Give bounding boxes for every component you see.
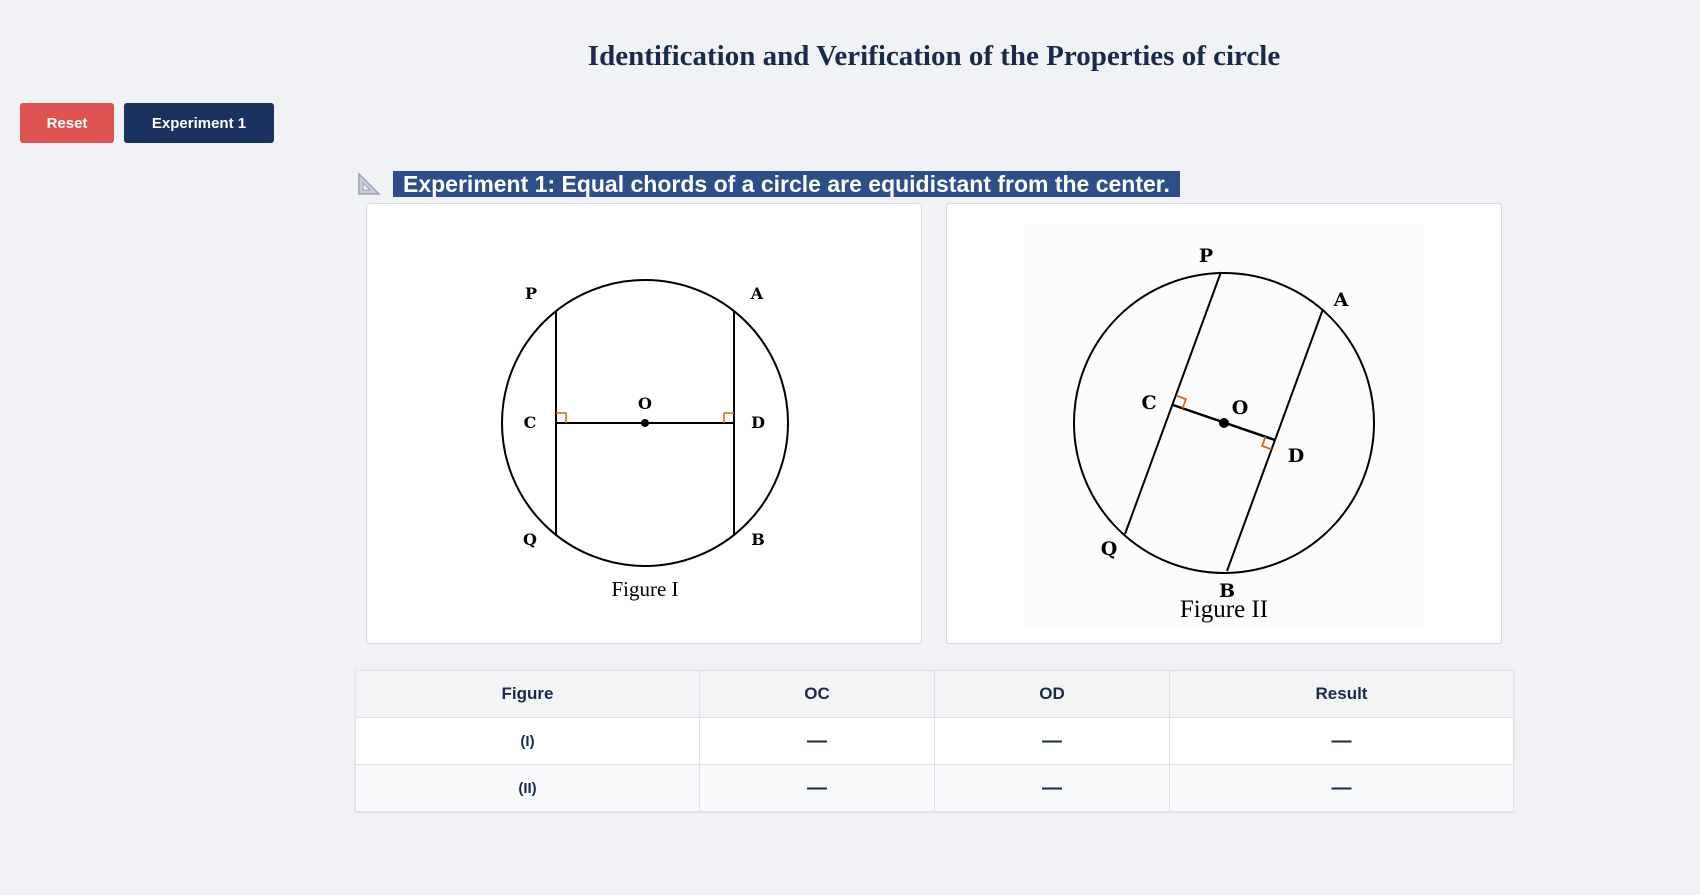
set-square-icon [357, 172, 381, 196]
cell-result: — [1169, 717, 1514, 765]
cell-oc: — [699, 764, 935, 812]
label-d: D [1288, 445, 1304, 467]
label-p: P [1199, 245, 1213, 267]
table-row: (I) — — — [355, 717, 1514, 765]
label-q: Q [523, 530, 537, 549]
experiment-title: Experiment 1: Equal chords of a circle a… [393, 171, 1180, 197]
right-angle-marker-d [723, 412, 734, 423]
experiment-1-button[interactable]: Experiment 1 [124, 103, 274, 143]
reset-button[interactable]: Reset [20, 103, 114, 143]
center-point [1219, 418, 1229, 428]
cell-result: — [1169, 764, 1514, 812]
table-row: (II) — — — [355, 764, 1514, 812]
label-d: D [751, 413, 765, 432]
results-table: Figure OC OD Result (I) — — — (II) — — — [355, 670, 1514, 812]
header-oc: OC [699, 670, 935, 718]
experiment-heading: Experiment 1: Equal chords of a circle a… [357, 171, 1180, 197]
figure-2-card: P A O C D Q B Figure II [946, 203, 1502, 644]
cell-figure: (I) [355, 717, 700, 765]
label-c: C [1141, 392, 1156, 414]
cell-figure: (II) [355, 764, 700, 812]
cell-od: — [934, 764, 1170, 812]
center-point [641, 419, 649, 427]
figure-1-card: P A O C D Q B Figure I [366, 203, 922, 644]
table-header-row: Figure OC OD Result [355, 670, 1514, 718]
figure-2-caption: Figure II [1180, 596, 1268, 623]
figure-1-caption: Figure I [611, 577, 678, 601]
page-title: Identification and Verification of the P… [587, 40, 1281, 72]
right-angle-marker-c [556, 412, 567, 423]
cell-oc: — [699, 717, 935, 765]
header-od: OD [934, 670, 1170, 718]
label-q: Q [1101, 538, 1118, 560]
label-p: P [525, 284, 537, 303]
label-b: B [751, 530, 765, 549]
header-figure: Figure [355, 670, 700, 718]
header-result: Result [1169, 670, 1514, 718]
label-c: C [524, 413, 537, 432]
label-o: O [638, 394, 652, 413]
figure-2-diagram: P A O C D Q B Figure II [1073, 245, 1375, 623]
label-a: A [1333, 289, 1349, 311]
label-a: A [750, 284, 764, 303]
label-o: O [1232, 397, 1249, 419]
figure-1-diagram: P A O C D Q B Figure I [501, 279, 789, 601]
chord-pq [1124, 271, 1222, 535]
cell-od: — [934, 717, 1170, 765]
